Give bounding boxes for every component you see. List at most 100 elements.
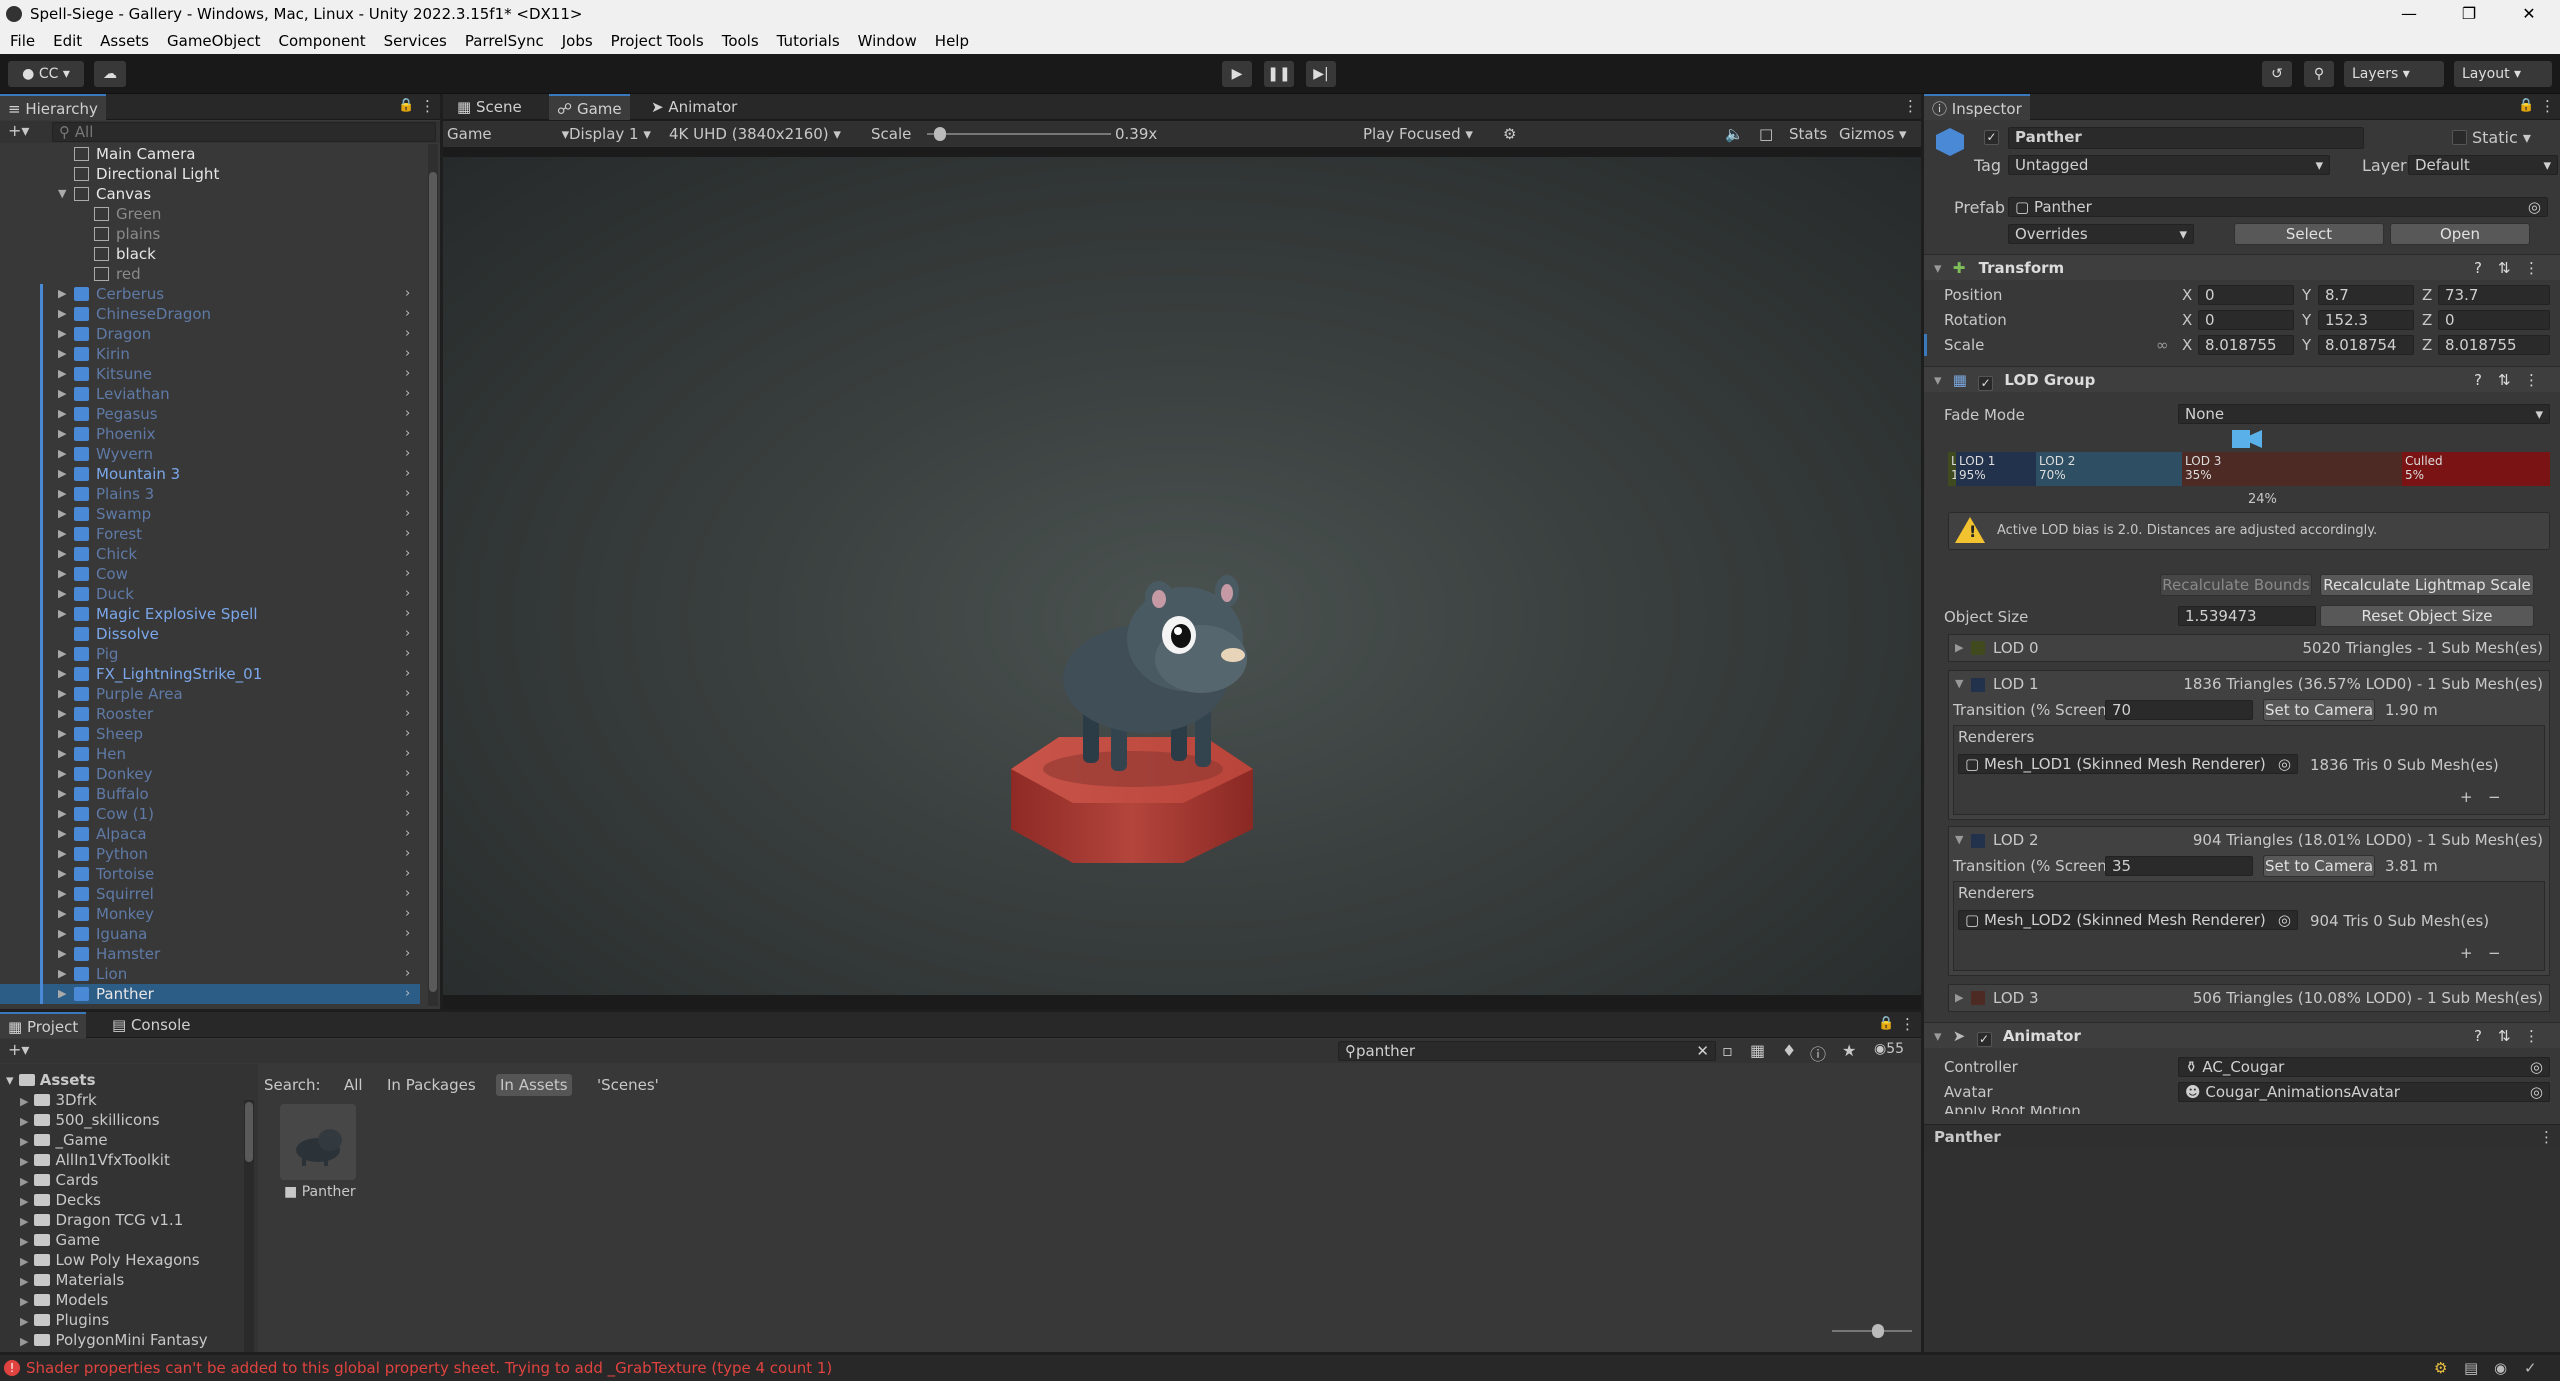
open-prefab-icon[interactable]: › [405, 284, 410, 304]
menu-item-assets[interactable]: Assets [100, 32, 149, 50]
component-menu-icon[interactable]: ⋮ [2524, 255, 2539, 281]
position-z-field[interactable]: 73.7 [2438, 285, 2550, 305]
hierarchy-item[interactable]: ▶ Python › [0, 844, 420, 864]
animator-preset-icon[interactable]: ⇅ [2498, 1023, 2511, 1049]
object-size-field[interactable]: 1.539473 [2178, 606, 2316, 626]
hierarchy-item[interactable]: ▶ Pegasus › [0, 404, 420, 424]
search-icon[interactable]: ⚲ [2304, 61, 2334, 87]
lod1-add-renderer-icon[interactable]: + [2460, 788, 2473, 806]
hierarchy-item[interactable]: ▶ Phoenix › [0, 424, 420, 444]
open-prefab-icon[interactable]: › [405, 824, 410, 844]
tag-dropdown[interactable]: Untagged ▾ [2008, 155, 2330, 175]
project-folder[interactable]: ▶ Models [20, 1290, 108, 1310]
project-folder[interactable]: ▶ 500_skillicons [20, 1110, 160, 1130]
expand-arrow-icon[interactable]: ▶ [58, 544, 66, 564]
rotation-y-field[interactable]: 152.3 [2318, 310, 2414, 330]
menu-item-project-tools[interactable]: Project Tools [611, 32, 704, 50]
open-prefab-icon[interactable]: › [405, 304, 410, 324]
expand-arrow-icon[interactable]: ▶ [58, 344, 66, 364]
rotation-z-field[interactable]: 0 [2438, 310, 2550, 330]
hierarchy-item[interactable]: red [0, 264, 420, 284]
hierarchy-scrollbar[interactable] [428, 144, 438, 1006]
expand-arrow-icon[interactable]: ▶ [58, 684, 66, 704]
scale-x-field[interactable]: 8.018755 [2198, 335, 2294, 355]
play-icon[interactable]: ▶ [1222, 61, 1252, 87]
hierarchy-item[interactable]: ▶ Tortoise › [0, 864, 420, 884]
lod1-renderer-field[interactable]: ▢ Mesh_LOD1 (Skinned Mesh Renderer) ◎ [1958, 754, 2298, 774]
preset-icon[interactable]: ⇅ [2498, 255, 2511, 281]
expand-arrow-icon[interactable]: ▶ [58, 944, 66, 964]
menu-item-tools[interactable]: Tools [722, 32, 759, 50]
open-prefab-icon[interactable]: › [405, 984, 410, 1004]
lod-bar-segment[interactable]: LOD 3 35% [2182, 452, 2402, 486]
menu-item-window[interactable]: Window [858, 32, 917, 50]
recalculate-lightmap-button[interactable]: Recalculate Lightmap Scale [2320, 574, 2534, 596]
hierarchy-item[interactable]: ▶ Hamster › [0, 944, 420, 964]
object-picker-icon[interactable]: ◎ [2528, 198, 2541, 216]
controller-field[interactable]: ⚱ AC_Cougar ◎ [2178, 1057, 2550, 1077]
rotation-x-field[interactable]: 0 [2198, 310, 2294, 330]
open-prefab-icon[interactable]: › [405, 864, 410, 884]
gizmos-button[interactable]: Gizmos ▾ [1839, 121, 1907, 147]
hierarchy-item[interactable]: ▶ Mountain 3 › [0, 464, 420, 484]
expand-arrow-icon[interactable]: ▶ [58, 384, 66, 404]
avatar-field[interactable]: ☻ Cougar_AnimationsAvatar ◎ [2178, 1082, 2550, 1102]
expand-arrow-icon[interactable]: ▼ [58, 184, 66, 204]
reset-object-size-button[interactable]: Reset Object Size [2320, 605, 2534, 627]
lod-bar-segment[interactable]: Culled 5% [2402, 452, 2550, 486]
tab-game[interactable]: ☍ Game [549, 94, 630, 120]
open-prefab-icon[interactable]: › [405, 804, 410, 824]
lod-group-enabled-checkbox[interactable]: ✓ [1978, 376, 1994, 391]
open-prefab-icon[interactable]: › [405, 324, 410, 344]
memory-icon[interactable]: ▤ [2464, 1355, 2478, 1381]
project-kebab-icon[interactable]: ⋮ [1900, 1015, 1915, 1033]
hierarchy-item[interactable]: ▶ Sheep › [0, 724, 420, 744]
open-prefab-icon[interactable]: › [405, 404, 410, 424]
project-search-input[interactable]: ⚲panther ✕ [1338, 1041, 1716, 1061]
expand-arrow-icon[interactable]: ▶ [58, 764, 66, 784]
lod2-set-camera-button[interactable]: Set to Camera [2263, 855, 2375, 877]
hierarchy-item[interactable]: ▶ Kitsune › [0, 364, 420, 384]
hierarchy-item[interactable]: ▶ Pig › [0, 644, 420, 664]
inspector-lock-icon[interactable]: 🔒 [2518, 98, 2534, 113]
position-y-field[interactable]: 8.7 [2318, 285, 2414, 305]
hierarchy-item[interactable]: ▶ Donkey › [0, 764, 420, 784]
open-prefab-icon[interactable]: › [405, 364, 410, 384]
project-folder[interactable]: ▶ Decks [20, 1190, 101, 1210]
expand-arrow-icon[interactable]: ▶ [58, 284, 66, 304]
frame-debug-icon[interactable]: □ [1759, 121, 1773, 147]
cloud-icon[interactable]: ☁ [94, 61, 126, 87]
prefab-open-button[interactable]: Open [2390, 223, 2530, 245]
thumbnail-size-slider[interactable] [1832, 1324, 1912, 1338]
expand-arrow-icon[interactable]: ▶ [58, 324, 66, 344]
hierarchy-item[interactable]: ▶ Rooster › [0, 704, 420, 724]
layers-dropdown[interactable]: Layers ▾ [2344, 61, 2444, 87]
lod-help-icon[interactable]: ? [2474, 367, 2482, 393]
open-prefab-icon[interactable]: › [405, 644, 410, 664]
expand-arrow-icon[interactable]: ▶ [58, 524, 66, 544]
project-add-icon[interactable]: +▾ [8, 1040, 29, 1059]
hierarchy-item[interactable]: ▶ Swamp › [0, 504, 420, 524]
animator-header[interactable]: ▾ ➤ ✓ Animator ? ⇅ ⋮ [1924, 1022, 2560, 1048]
expand-arrow-icon[interactable]: ▶ [58, 464, 66, 484]
open-prefab-icon[interactable]: › [405, 544, 410, 564]
camera-slider-icon[interactable] [2232, 430, 2262, 448]
open-prefab-icon[interactable]: › [405, 884, 410, 904]
minimize-icon[interactable]: — [2380, 0, 2438, 28]
open-prefab-icon[interactable]: › [405, 384, 410, 404]
hierarchy-item[interactable]: ▶ Kirin › [0, 344, 420, 364]
hierarchy-search-input[interactable]: ⚲ All [52, 122, 436, 142]
project-folder[interactable]: ▶ _Game [20, 1130, 108, 1150]
menu-item-file[interactable]: File [10, 32, 35, 50]
hidden-packages-toggle[interactable]: ◉55 [1874, 1041, 1904, 1057]
expand-arrow-icon[interactable]: ▶ [58, 444, 66, 464]
open-prefab-icon[interactable]: › [405, 904, 410, 924]
menu-item-parrelsync[interactable]: ParrelSync [465, 32, 544, 50]
project-folder[interactable]: ▶ Low Poly Hexagons [20, 1250, 200, 1270]
lod3-foldout[interactable]: ▶ LOD 3 506 Triangles (10.08% LOD0) - 1 … [1948, 984, 2550, 1012]
scale-z-field[interactable]: 8.018755 [2438, 335, 2550, 355]
account-button[interactable]: ● CC ▾ [8, 61, 84, 87]
open-prefab-icon[interactable]: › [405, 664, 410, 684]
play-mode-dropdown[interactable]: Play Focused ▾ [1363, 121, 1473, 147]
display-dropdown[interactable]: Display 1 ▾ [569, 121, 651, 147]
